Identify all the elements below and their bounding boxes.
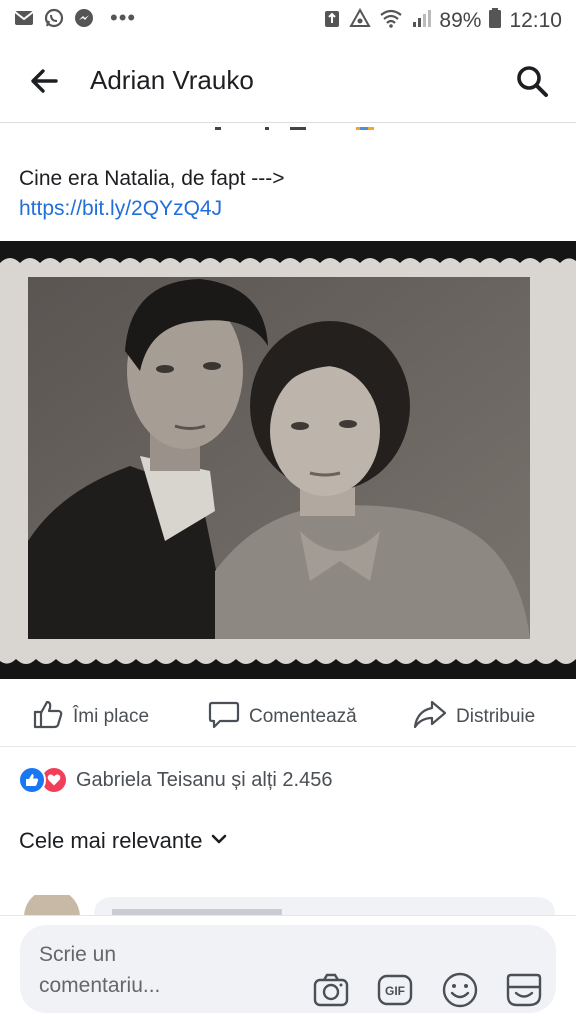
mail-icon [14,8,34,28]
messenger-icon [74,8,94,28]
comment-label: Comentează [249,706,357,727]
gif-icon[interactable]: GIF [376,971,414,1009]
share-label: Distribuie [456,706,536,727]
sort-label: Cele mai relevante [19,828,203,853]
clock: 12:10 [509,9,562,32]
whatsapp-icon [44,8,64,28]
emoji-icon[interactable] [441,971,479,1009]
reaction-summary[interactable]: Gabriela Teisanu și alți 2.456 [18,766,332,794]
sticker-icon[interactable] [505,971,543,1009]
post-text: Cine era Natalia, de fapt ---> https://b… [19,164,285,224]
comment-bubble-icon [208,698,240,736]
post-actions: Îmi place Comentează Distribuie [0,684,576,747]
like-button[interactable]: Îmi place [32,698,149,736]
like-label: Îmi place [73,706,150,727]
sync-icon [349,7,372,34]
battery-level: 89% [439,9,482,32]
post-link[interactable]: https://bit.ly/2QYzQ4J [19,194,285,224]
battery-icon [489,8,502,34]
chevron-down-icon [210,828,228,854]
camera-icon[interactable] [312,971,350,1009]
previous-content-fragment [0,122,576,130]
svg-text:GIF: GIF [385,984,405,998]
post-body: Cine era Natalia, de fapt ---> [19,167,285,190]
thumbs-up-icon [32,698,64,736]
post-photo[interactable] [0,241,576,679]
wifi-icon [379,8,403,34]
like-reaction-icon [18,766,46,794]
page-title: Adrian Vrauko [90,65,254,95]
comment-button[interactable]: Comentează [208,698,357,736]
comment-preview [0,895,576,915]
signal-icon [411,8,432,34]
comment-input[interactable]: Scrie un comentariu... GIF [20,925,556,1013]
app-header: Adrian Vrauko [0,40,576,123]
status-bar: ••• 89% 12:10 [0,0,576,40]
comment-composer-bar: Scrie un comentariu... GIF [0,915,576,1025]
more-dots-icon: ••• [110,5,137,30]
reaction-text: Gabriela Teisanu și alți 2.456 [76,768,333,791]
recycle-icon [323,8,341,34]
comment-placeholder: Scrie un comentariu... [39,943,161,997]
share-button[interactable]: Distribuie [413,698,535,736]
search-icon[interactable] [514,63,550,99]
back-arrow-icon[interactable] [28,64,62,98]
comment-sort-dropdown[interactable]: Cele mai relevante [19,828,228,854]
share-arrow-icon [413,698,447,736]
